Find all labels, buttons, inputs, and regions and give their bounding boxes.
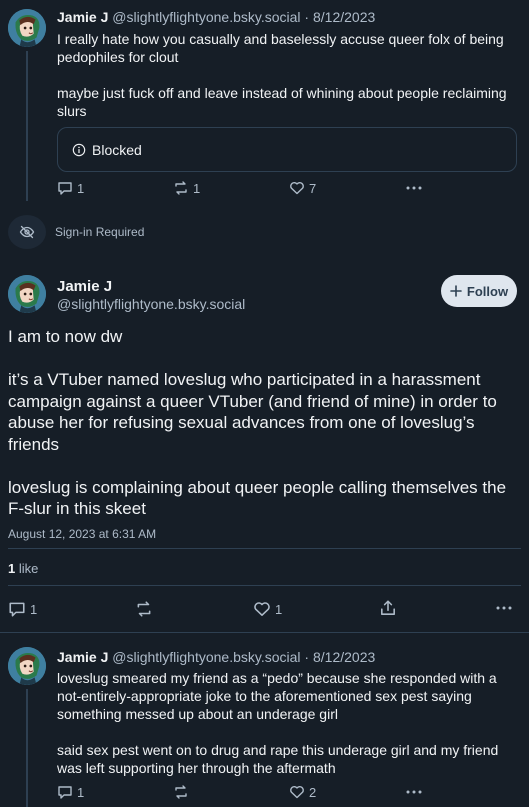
thread-line <box>26 51 28 201</box>
repost-icon <box>175 785 187 799</box>
separator: · <box>304 9 310 25</box>
post-timestamp: August 12, 2023 at 6:31 AM <box>8 527 157 541</box>
heart-icon <box>290 181 304 195</box>
more-options-button[interactable] <box>405 784 423 800</box>
heart-icon <box>290 785 304 799</box>
repost-button[interactable] <box>135 600 153 618</box>
follow-button[interactable]: Follow <box>441 275 517 307</box>
blocked-label: Blocked <box>92 141 142 158</box>
divider <box>0 632 529 633</box>
post-paragraph: maybe just fuck off and leave instead of… <box>57 85 507 119</box>
post-header: Jamie J @slightlyflightyone.bsky.social … <box>57 8 375 26</box>
main-post-body: I am to now dw it’s a VTuber named loves… <box>8 326 520 520</box>
avatar[interactable] <box>8 647 46 685</box>
post-date[interactable]: 8/12/2023 <box>313 9 375 25</box>
reply-count: 1 <box>30 601 38 617</box>
reply-button[interactable]: 1 <box>57 784 84 800</box>
author-name[interactable]: Jamie J <box>57 9 108 25</box>
post-date[interactable]: 8/12/2023 <box>313 649 375 665</box>
signin-required-row: Sign-in Required <box>8 215 144 249</box>
more-options-button[interactable] <box>405 180 423 196</box>
repost-count: 1 <box>193 180 201 196</box>
author-handle[interactable]: @slightlyflightyone.bsky.social <box>112 9 300 25</box>
avatar[interactable] <box>8 9 46 47</box>
reply-count: 1 <box>77 784 85 800</box>
reply-icon <box>9 602 25 617</box>
heart-icon <box>254 602 270 616</box>
share-icon <box>381 600 395 615</box>
author-handle[interactable]: @slightlyflightyone.bsky.social <box>112 649 300 665</box>
like-button[interactable]: 2 <box>289 784 316 800</box>
follow-label: Follow <box>466 283 509 299</box>
like-button[interactable]: 1 <box>253 600 282 618</box>
reply-icon <box>58 182 72 195</box>
reply-button[interactable]: 1 <box>57 180 84 196</box>
signin-required-label: Sign-in Required <box>55 225 145 239</box>
avatar-image <box>8 9 46 47</box>
thread-line <box>26 689 28 807</box>
reply-button[interactable]: 1 <box>8 600 37 618</box>
post-body: I really hate how you casually and basel… <box>57 30 515 120</box>
like-count: 2 <box>309 784 317 800</box>
post-paragraph: loveslug is complaining about queer peop… <box>8 477 507 519</box>
info-icon <box>72 143 86 156</box>
post-header: Jamie J @slightlyflightyone.bsky.social … <box>57 648 375 666</box>
like-total: 1 <box>8 561 16 576</box>
avatar-image <box>8 275 46 313</box>
more-icon <box>496 606 512 610</box>
like-word: like <box>18 561 39 576</box>
post-paragraph: I am to now dw <box>8 327 123 346</box>
like-button[interactable]: 7 <box>289 180 316 196</box>
share-button[interactable] <box>379 599 397 617</box>
plus-icon <box>450 285 462 297</box>
divider <box>8 548 521 549</box>
author-name[interactable]: Jamie J <box>57 649 108 665</box>
post-paragraph: it’s a VTuber named loveslug who partici… <box>8 370 497 454</box>
repost-icon <box>137 601 151 617</box>
repost-icon <box>175 181 187 195</box>
separator: · <box>304 649 310 665</box>
post-paragraph: said sex pest went on to drug and rape t… <box>57 742 499 776</box>
author-handle[interactable]: @slightlyflightyone.bsky.social <box>57 296 245 312</box>
blocked-quote: Blocked <box>57 127 517 172</box>
divider <box>8 585 521 586</box>
more-icon <box>406 790 422 794</box>
like-count: 1 <box>275 601 283 617</box>
post-paragraph: I really hate how you casually and basel… <box>57 31 504 65</box>
likes-summary[interactable]: 1 like <box>8 561 38 576</box>
avatar-image <box>8 647 46 685</box>
avatar[interactable] <box>8 275 46 313</box>
repost-button[interactable] <box>173 784 189 800</box>
like-count: 7 <box>309 180 317 196</box>
post-paragraph: loveslug smeared my friend as a “pedo” b… <box>57 670 497 722</box>
reply-icon <box>58 786 72 799</box>
author-name[interactable]: Jamie J <box>57 278 112 295</box>
more-icon <box>406 186 422 190</box>
more-options-button[interactable] <box>495 600 513 616</box>
repost-button[interactable]: 1 <box>173 180 200 196</box>
reply-count: 1 <box>77 180 85 196</box>
hidden-avatar <box>8 215 46 249</box>
eye-slash-icon <box>19 225 35 239</box>
post-body: loveslug smeared my friend as a “pedo” b… <box>57 669 515 777</box>
